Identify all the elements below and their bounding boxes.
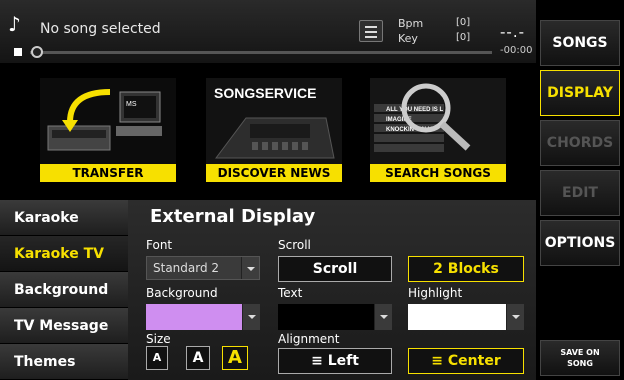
align-left-icon: ≡ [311,353,323,369]
size-large-button[interactable]: A [222,346,248,370]
chevron-down-icon [374,304,392,330]
size-small-button[interactable]: A [146,346,168,370]
songservice-logo: SONGSERVICE [214,85,316,101]
svg-text:MS: MS [126,101,137,108]
chevron-down-icon [242,304,260,330]
bpm-value: [0] [456,17,471,28]
magnifier-icon: ALL YOU NEED IS L IMAGINE KNOCKIN' ON H [370,78,506,164]
font-select-value: Standard 2 [153,261,220,275]
align-left-label: Left [327,353,359,369]
transfer-label: TRANSFER [40,164,176,182]
right-menu: SONGS DISPLAY CHORDS EDIT OPTIONS SAVE O… [536,0,624,380]
search-songs-tile[interactable]: ALL YOU NEED IS L IMAGINE KNOCKIN' ON H … [370,78,506,182]
bpm-label: Bpm [398,17,424,30]
text-color-select[interactable] [278,304,392,330]
alignment-label: Alignment [278,332,340,346]
highlight-label: Highlight [408,286,463,300]
sidebar-item-karaoke-tv[interactable]: Karaoke TV [0,236,128,272]
sidebar: Karaoke Karaoke TV Background TV TV Mess… [0,200,128,380]
song-title[interactable]: No song selected [40,21,161,37]
key-value: [0] [456,32,471,43]
size-label: Size [146,332,171,346]
stop-icon[interactable] [14,48,22,56]
options-button[interactable]: OPTIONS [540,220,620,266]
progress-track[interactable] [30,51,492,54]
top-bar: ♪ No song selected Bpm [0] Key [0] --.- … [0,0,536,64]
time-remaining: -00:00 [500,45,533,56]
highlight-color-swatch [408,304,506,330]
text-color-swatch [278,304,374,330]
chevron-down-icon [506,304,524,330]
sidebar-item-themes[interactable]: Themes [0,344,128,380]
transfer-tile[interactable]: MS TRANSFER [40,78,176,182]
background-color-swatch [146,304,242,330]
songs-button[interactable]: SONGS [540,20,620,66]
align-center-label: Center [447,353,501,369]
text-label: Text [278,286,303,300]
edit-button[interactable]: EDIT [540,170,620,216]
progress-knob[interactable] [31,46,43,58]
scroll-label: Scroll [278,238,311,252]
align-center-icon: ≡ [431,353,444,369]
save-on-song-line2: SONG [567,359,593,368]
chords-button[interactable]: CHORDS [540,120,620,166]
discover-news-label: DISCOVER NEWS [206,164,342,182]
songservice-icon: SONGSERVICE [206,78,342,164]
sidebar-item-tv-message[interactable]: TV Message [0,308,128,344]
save-on-song-line1: SAVE ON [560,348,600,357]
chevron-down-icon [241,257,259,279]
time-display: --.- [500,23,526,41]
scroll-button[interactable]: Scroll [278,256,392,282]
background-label: Background [146,286,218,300]
align-left-button[interactable]: ≡ Left [278,348,392,374]
align-center-button[interactable]: ≡ Center [408,348,524,374]
size-medium-button[interactable]: A [186,346,210,370]
search-list-item: ALL YOU NEED IS L [386,107,443,113]
sidebar-item-karaoke[interactable]: Karaoke [0,200,128,236]
font-select[interactable]: Standard 2 [146,256,260,280]
page-title: External Display [150,206,316,227]
search-songs-label: SEARCH SONGS [370,164,506,182]
font-label: Font [146,238,173,252]
discover-news-tile[interactable]: SONGSERVICE DISCOVER NEWS [206,78,342,182]
transfer-icon: MS [40,78,176,164]
save-on-song-button[interactable]: SAVE ON SONG [540,340,620,376]
sidebar-item-background-tv[interactable]: Background TV [0,272,128,334]
banner: MS TRANSFER SONGSERVICE DISCOVER NEWS AL… [0,64,536,200]
playlist-icon[interactable] [359,20,383,42]
highlight-color-select[interactable] [408,304,524,330]
key-label: Key [398,32,418,45]
two-blocks-button[interactable]: 2 Blocks [408,256,524,282]
background-color-select[interactable] [146,304,260,330]
music-note-icon: ♪ [8,12,21,36]
display-button[interactable]: DISPLAY [540,70,620,116]
